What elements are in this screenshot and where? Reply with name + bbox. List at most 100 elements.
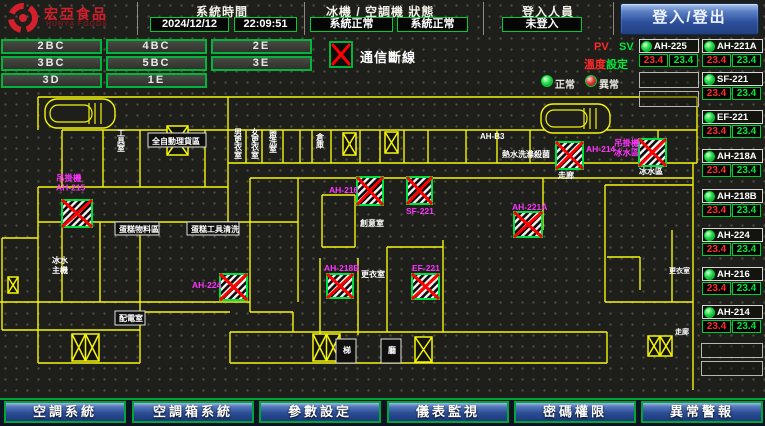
sv-value: 23.4	[732, 54, 761, 67]
equipment-EF-221[interactable]: EF-221	[702, 110, 763, 124]
svg-text:廳: 廳	[388, 345, 396, 355]
room-label: 女更衣室	[251, 127, 260, 160]
equipment-values-AH-225: 23.423.4	[639, 54, 698, 67]
equipment-AH-224[interactable]: AH-224	[702, 228, 763, 242]
svg-text:梯: 梯	[343, 345, 351, 355]
equipment-label: AH-218A	[717, 151, 757, 162]
svg-text:主機: 主機	[52, 265, 68, 275]
empty-slot	[701, 343, 763, 358]
nav-button-密碼權限[interactable]: 密碼權限	[514, 401, 636, 423]
room-label: 蛋糕工具清洗	[187, 222, 239, 235]
device-EF-221[interactable]: EF-221	[412, 263, 440, 299]
elevator-icon	[343, 133, 356, 155]
ac-status: 系統正常	[397, 17, 468, 32]
floor-button-5BC[interactable]: 5BC	[106, 56, 207, 71]
chiller-status: 系統正常	[310, 17, 393, 32]
svg-text:冰水區: 冰水區	[639, 166, 663, 176]
equipment-AH-218A[interactable]: AH-218A	[702, 149, 763, 163]
equipment-label: AH-225	[654, 41, 687, 52]
comm-loss-label: 通信斷線	[360, 47, 416, 66]
equipment-AH-225[interactable]: AH-225	[639, 39, 699, 53]
room-label: 蛋糕物料區	[115, 222, 159, 235]
equipment-AH-218B[interactable]: AH-218B	[702, 189, 763, 203]
svg-text:盥洗室: 盥洗室	[269, 129, 277, 154]
equipment-values-AH-216: 23.423.4	[702, 282, 761, 295]
status-led-icon	[704, 74, 715, 85]
elevator-icon	[415, 337, 432, 362]
device-AH-215[interactable]: 吊掛機AH-215	[56, 173, 92, 227]
floor-button-3BC[interactable]: 3BC	[1, 56, 102, 71]
empty-slot	[639, 91, 699, 107]
floor-button-3D[interactable]: 3D	[1, 73, 102, 88]
status-led-icon	[641, 41, 652, 52]
room-label: 倉庫	[315, 132, 325, 150]
floor-button-3E[interactable]: 3E	[211, 56, 312, 71]
room-label: 工具室	[117, 129, 125, 153]
status-led-icon	[704, 269, 715, 280]
room-label: 配電室	[115, 311, 145, 325]
room-label: AH-B3	[480, 132, 505, 141]
svg-text:更衣室: 更衣室	[669, 266, 690, 275]
login-logout-button[interactable]: 登入/登出	[620, 3, 759, 35]
sv-value: 23.4	[732, 282, 761, 295]
equipment-values-AH-218B: 23.423.4	[702, 204, 761, 217]
room-label: 冰水區	[639, 166, 663, 176]
pv-value: 23.4	[702, 125, 731, 138]
svg-text:創意室: 創意室	[359, 218, 384, 228]
status-led-icon	[704, 191, 715, 202]
device-吊掛機-冰水區[interactable]: 吊掛機冰水區	[614, 138, 666, 166]
floor-button-4BC[interactable]: 4BC	[106, 39, 207, 54]
login-status: 未登入	[502, 17, 582, 32]
svg-text:蛋糕工具清洗: 蛋糕工具清洗	[191, 224, 239, 234]
device-AH-224[interactable]: AH-224	[192, 274, 247, 300]
device-SF-221[interactable]: SF-221	[406, 177, 434, 216]
equipment-AH-216[interactable]: AH-216	[702, 267, 763, 281]
abnormal-legend: 異常	[599, 76, 619, 91]
elevator-icon	[8, 277, 18, 293]
status-led-icon	[704, 41, 715, 52]
sv-value: 23.4	[732, 320, 761, 333]
room-label: 男更衣室	[234, 128, 243, 160]
equipment-label: AH-214	[717, 307, 750, 318]
header-divider	[483, 2, 484, 35]
equipment-AH-214[interactable]: AH-214	[702, 305, 763, 319]
room-label: 更衣室	[669, 266, 690, 275]
device-AH-216[interactable]: AH-216	[329, 177, 383, 205]
room-label: 走廊	[557, 170, 574, 180]
equipment-values-AH-221A: 23.423.4	[702, 54, 761, 67]
system-date-value: 2024/12/12	[150, 17, 229, 32]
equipment-AH-221A[interactable]: AH-221A	[702, 39, 763, 53]
normal-legend: 正常	[555, 76, 575, 91]
device-AH-221A[interactable]: AH-221A	[512, 202, 547, 237]
room-label: 更衣室	[361, 269, 385, 279]
nav-button-空調系統[interactable]: 空調系統	[4, 401, 126, 423]
svg-text:男更衣室: 男更衣室	[234, 128, 243, 160]
hmi-screen: 工具室全自動理貨區男更衣室女更衣室盥洗室倉庫蛋糕物料區蛋糕工具清洗冰水主機配電室…	[0, 0, 765, 426]
svg-text:熱水洗滌殺菌: 熱水洗滌殺菌	[502, 149, 550, 159]
floor-button-2BC[interactable]: 2BC	[1, 39, 102, 54]
pv-value: 23.4	[702, 320, 731, 333]
device-AH-214[interactable]: AH-214	[556, 142, 616, 169]
pv-value: 23.4	[702, 54, 731, 67]
device-AH-218B[interactable]: AH-218B	[324, 263, 359, 298]
nav-button-異常警報[interactable]: 異常警報	[641, 401, 763, 423]
device-label: SF-221	[406, 206, 434, 216]
room-label: 全自動理貨區	[148, 133, 206, 147]
room-label: 盥洗室	[269, 129, 277, 154]
floor-button-2E[interactable]: 2E	[211, 39, 312, 54]
svg-text:倉庫: 倉庫	[315, 132, 325, 150]
device-label: 吊掛機AH-215	[56, 173, 86, 193]
nav-button-參數設定[interactable]: 參數設定	[259, 401, 381, 423]
sv-value: 23.4	[732, 243, 761, 256]
floor-button-1E[interactable]: 1E	[106, 73, 207, 88]
room-label: 走廊	[675, 327, 689, 336]
sv-value: 23.4	[669, 54, 698, 67]
sv-legend: SV	[619, 41, 634, 53]
sv-value: 23.4	[732, 87, 761, 100]
normal-led-icon	[541, 75, 553, 87]
room-label: 廳	[381, 339, 401, 363]
nav-button-儀表監視[interactable]: 儀表監視	[387, 401, 509, 423]
nav-button-空調箱系統[interactable]: 空調箱系統	[132, 401, 254, 423]
sv-value: 23.4	[732, 164, 761, 177]
equipment-SF-221[interactable]: SF-221	[702, 72, 763, 86]
